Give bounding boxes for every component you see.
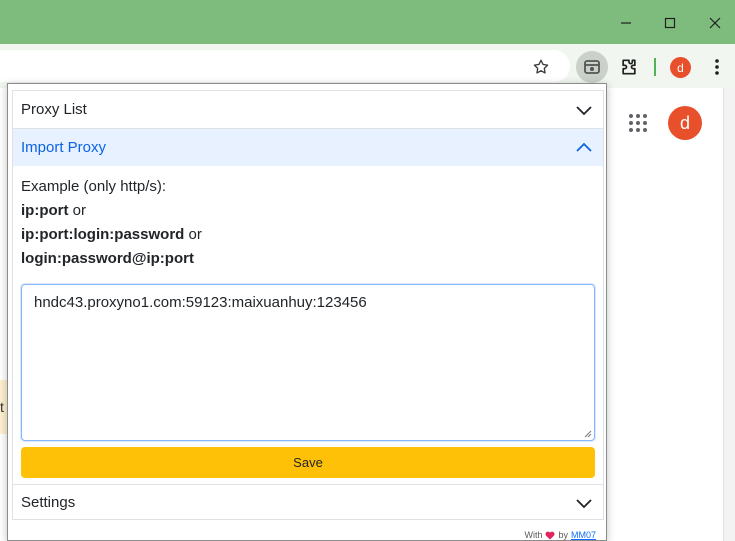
textarea-value: hndc43.proxyno1.com:59123:maixuanhuy:123… xyxy=(34,294,367,311)
apps-dot xyxy=(643,114,647,118)
apps-dot xyxy=(636,128,640,132)
example-intro: Example (only http/s): xyxy=(21,178,167,195)
footer-prefix: With xyxy=(524,530,543,540)
more-vert-icon xyxy=(715,59,719,75)
accordion-import-proxy[interactable]: Import Proxy xyxy=(13,129,603,166)
resize-grip-icon[interactable] xyxy=(584,430,592,438)
footer-suffix: by xyxy=(558,530,568,540)
proxy-import-textarea[interactable]: hndc43.proxyno1.com:59123:maixuanhuy:123… xyxy=(21,284,595,441)
page-profile-avatar[interactable]: d xyxy=(668,106,702,140)
accordion: Proxy List Import Proxy Example (only ht… xyxy=(12,90,604,520)
close-window-button[interactable] xyxy=(702,10,728,36)
apps-dot xyxy=(636,121,640,125)
page-left-text: t xyxy=(0,399,4,415)
address-bar[interactable] xyxy=(0,50,570,82)
apps-dot xyxy=(643,121,647,125)
chevron-down-icon xyxy=(576,106,592,116)
format-suffix: or xyxy=(68,202,86,219)
apps-dot xyxy=(629,121,633,125)
apps-dot xyxy=(629,128,633,132)
accordion-settings-label: Settings xyxy=(21,494,76,511)
apps-dot xyxy=(643,128,647,132)
proxy-extension-icon xyxy=(584,60,600,74)
profile-avatar-button[interactable]: d xyxy=(670,57,691,78)
browser-menu-button[interactable] xyxy=(707,56,727,78)
toolbar-separator xyxy=(654,58,656,76)
format-text: login:password@ip:port xyxy=(21,250,194,267)
page-profile-initial: d xyxy=(679,112,690,133)
page-scrollbar[interactable] xyxy=(723,88,735,541)
example-format-2: ip:port:login:password or xyxy=(21,223,202,247)
minimize-icon xyxy=(621,22,631,24)
puzzle-icon xyxy=(622,59,636,75)
heart-icon xyxy=(545,531,555,539)
accordion-settings[interactable]: Settings xyxy=(13,485,603,520)
apps-dot xyxy=(629,114,633,118)
apps-grid-button[interactable] xyxy=(629,114,647,132)
chevron-down-icon xyxy=(576,499,592,509)
proxy-extension-button[interactable] xyxy=(576,51,608,83)
maximize-button[interactable] xyxy=(657,10,683,36)
minimize-button[interactable] xyxy=(613,10,639,36)
import-example: Example (only http/s): ip:port or ip:por… xyxy=(21,175,202,271)
format-text: ip:port xyxy=(21,202,69,219)
format-suffix: or xyxy=(184,226,202,243)
bookmark-star-button[interactable] xyxy=(530,56,552,78)
accordion-proxy-list[interactable]: Proxy List xyxy=(13,91,603,128)
popup-footer: With by MM07 xyxy=(524,530,596,540)
apps-dot xyxy=(636,114,640,118)
example-format-3: login:password@ip:port xyxy=(21,247,202,271)
star-icon xyxy=(533,59,549,74)
format-text: ip:port:login:password xyxy=(21,226,185,243)
accordion-proxy-list-label: Proxy List xyxy=(21,101,87,118)
author-link[interactable]: MM07 xyxy=(571,530,596,540)
extensions-button[interactable] xyxy=(616,54,642,80)
maximize-icon xyxy=(664,17,676,29)
save-button[interactable]: Save xyxy=(21,447,595,478)
browser-titlebar xyxy=(0,0,735,44)
page-content xyxy=(607,88,735,541)
profile-initial: d xyxy=(677,60,684,75)
chevron-up-icon xyxy=(576,142,592,152)
accordion-import-proxy-label: Import Proxy xyxy=(21,139,107,156)
close-icon xyxy=(709,17,721,29)
example-format-1: ip:port or xyxy=(21,199,202,223)
proxy-popup: Proxy List Import Proxy Example (only ht… xyxy=(7,83,607,541)
page-left-strip: t xyxy=(0,380,7,434)
